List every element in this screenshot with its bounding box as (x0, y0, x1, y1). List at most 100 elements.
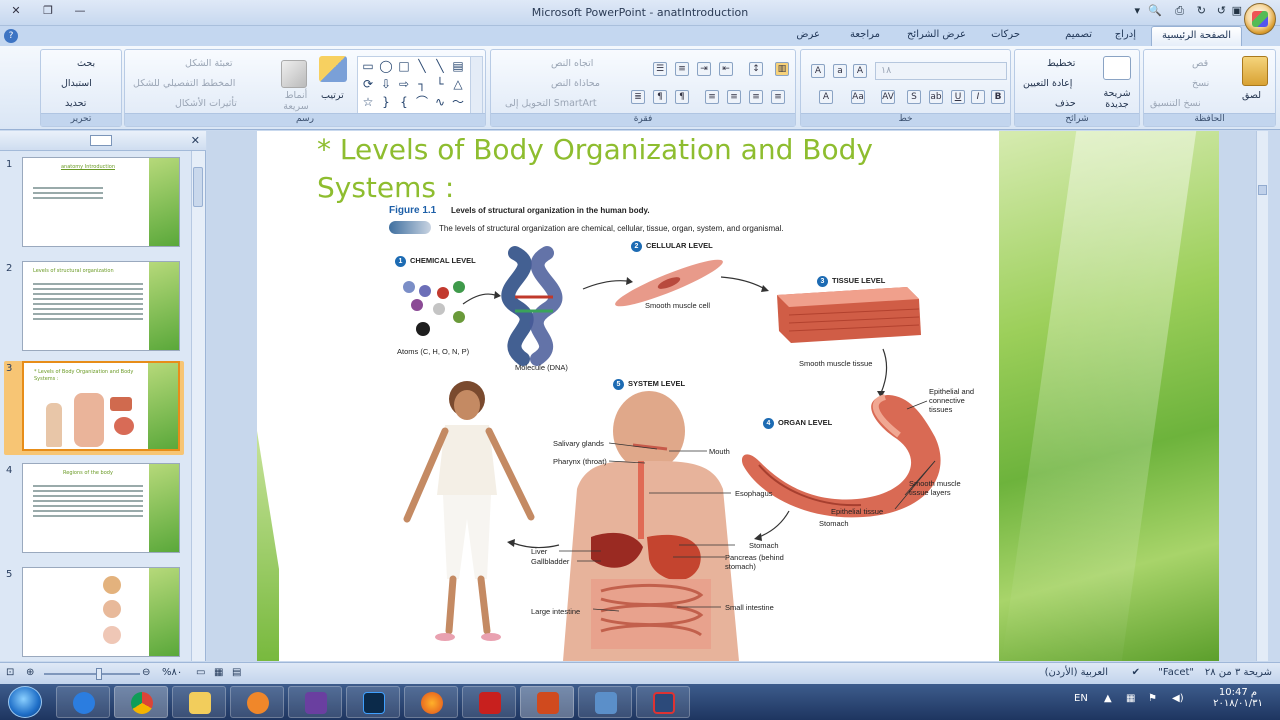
paste-icon[interactable] (1242, 56, 1268, 86)
slide-thumbnail[interactable]: 2 Levels of structural organization (4, 261, 184, 355)
shape-brace-left-icon[interactable]: { (396, 94, 412, 110)
slide-thumbnail[interactable]: 4 Regions of the body (4, 463, 184, 557)
shape-fill-button[interactable]: تعبئة الشكل (185, 58, 233, 69)
shape-arrow-icon[interactable]: ╲ (414, 58, 430, 74)
char-spacing-icon[interactable]: AV (881, 90, 895, 104)
arrange-icon[interactable] (319, 56, 347, 82)
shape-triangle-icon[interactable]: △ (450, 76, 466, 92)
close-panel-icon[interactable]: ✕ (191, 134, 200, 147)
shape-curve-icon[interactable]: ⟳ (360, 76, 376, 92)
replace-button[interactable]: استبدال (61, 78, 92, 89)
slide-thumbnail-active[interactable]: 3 * Levels of Body Organization and Body… (4, 361, 184, 455)
slides-panel-scrollbar[interactable] (191, 151, 205, 661)
copy-button[interactable]: نسخ (1192, 78, 1209, 89)
taskbar-screen[interactable] (578, 686, 632, 718)
taskbar-chrome[interactable] (114, 686, 168, 718)
justify-icon[interactable]: ≣ (631, 90, 645, 104)
print-icon[interactable]: ⎙ (1175, 4, 1184, 22)
tab-slideshow[interactable]: عرض الشرائح (907, 29, 966, 40)
text-direction-button[interactable]: اتجاه النص (551, 58, 593, 69)
align-text-button[interactable]: محاذاة النص (551, 78, 600, 89)
shape-freeform-icon[interactable]: 〜 (450, 94, 466, 110)
shape-arc-icon[interactable]: ⌒ (414, 94, 430, 110)
shape-rect-icon[interactable]: □ (396, 58, 412, 74)
tab-home[interactable]: الصفحة الرئيسية (1151, 26, 1242, 46)
tab-insert[interactable]: إدراج (1115, 29, 1136, 40)
tab-view[interactable]: عرض (796, 29, 820, 40)
columns-icon[interactable]: ▥ (775, 62, 789, 76)
shape-star-icon[interactable]: ☆ (360, 94, 376, 110)
convert-smartart-button[interactable]: التحويل إلى SmartArt (505, 98, 597, 109)
shape-oval-icon[interactable]: ◯ (378, 58, 394, 74)
zoom-level[interactable]: %٨٠ (162, 667, 182, 678)
edit-area-scroll-thumb[interactable] (1258, 185, 1267, 195)
bold-icon[interactable]: B (991, 90, 1005, 104)
shape-right-arrow-icon[interactable]: ⇨ (396, 76, 412, 92)
quick-styles-icon[interactable] (281, 60, 307, 88)
taskbar-ie[interactable] (56, 686, 110, 718)
zoom-slider-thumb[interactable] (96, 668, 102, 680)
undo-icon[interactable]: ↺ (1217, 4, 1226, 22)
arrange-button[interactable]: ترتيب (321, 90, 344, 101)
slides-panel-scroll-thumb[interactable] (193, 167, 203, 207)
underline-icon[interactable]: U (951, 90, 965, 104)
taskbar-powerpoint[interactable] (520, 686, 574, 718)
tab-design[interactable]: تصميم (1065, 29, 1092, 40)
slide-title[interactable]: * Levels of Body Organization and Body S… (317, 131, 917, 207)
tray-expand-icon[interactable]: ▲ (1104, 693, 1112, 704)
distributed-icon[interactable]: ≡ (771, 90, 785, 104)
shapes-gallery-scroll[interactable] (470, 57, 482, 113)
save-icon[interactable]: ▣ (1232, 4, 1242, 22)
font-name-input[interactable] (875, 62, 1007, 80)
slide-canvas[interactable]: * Levels of Body Organization and Body S… (257, 131, 1219, 661)
align-center-icon[interactable]: ≡ (727, 90, 741, 104)
print-preview-icon[interactable]: 🔍 (1148, 4, 1162, 22)
fit-window-icon[interactable]: ⊡ (6, 667, 14, 678)
font-color-icon[interactable]: A (819, 90, 833, 104)
tab-review[interactable]: مراجعة (850, 29, 880, 40)
taskbar-explorer[interactable] (172, 686, 226, 718)
format-painter-button[interactable]: نسخ التنسيق (1150, 98, 1201, 109)
help-icon[interactable]: ? (4, 29, 18, 43)
volume-icon[interactable]: ◀) (1172, 693, 1184, 704)
clock[interactable]: 10:47 م ٢٠١٨/٠١/٣١ (1208, 687, 1268, 709)
shape-textbox-icon[interactable]: ▤ (450, 58, 466, 74)
strikethrough-icon[interactable]: ab (929, 90, 943, 104)
taskbar-media[interactable] (230, 686, 284, 718)
line-spacing-icon[interactable]: ↕ (749, 62, 763, 76)
normal-view-icon[interactable]: ▤ (232, 667, 241, 678)
shape-effects-button[interactable]: تأثيرات الأشكال (175, 98, 237, 109)
action-center-icon[interactable]: ⚑ (1148, 693, 1157, 704)
bullets-icon[interactable]: ☰ (653, 62, 667, 76)
shape-down-arrow-icon[interactable]: ⇩ (378, 76, 394, 92)
spellcheck-icon[interactable]: ✔ (1132, 667, 1140, 678)
shrink-font-icon[interactable]: a (833, 64, 847, 78)
network-icon[interactable]: ▦ (1126, 693, 1135, 704)
office-button[interactable] (1244, 3, 1276, 35)
figure-levels-of-organization[interactable]: Figure 1.1 Levels of structural organiza… (387, 199, 987, 661)
find-button[interactable]: بحث (77, 58, 95, 69)
italic-icon[interactable]: I (971, 90, 985, 104)
shape-wave-icon[interactable]: ∿ (432, 94, 448, 110)
reset-button[interactable]: إعادة التعيين (1023, 78, 1072, 89)
edit-area-scrollbar[interactable] (1256, 131, 1268, 661)
shape-brace-icon[interactable]: } (378, 94, 394, 110)
shape-line-icon[interactable]: ▭ (360, 58, 376, 74)
taskbar-photoshop[interactable] (346, 686, 400, 718)
align-left-icon[interactable]: ≡ (749, 90, 763, 104)
language[interactable]: العربية (الأردن) (1045, 667, 1108, 678)
paste-button[interactable]: لصق (1242, 90, 1261, 101)
taskbar-acrobat[interactable] (462, 686, 516, 718)
layout-button[interactable]: تخطيط (1047, 58, 1075, 69)
zoom-out-icon[interactable]: ⊖ (142, 667, 150, 678)
shape-elbow-icon[interactable]: ┐ (414, 76, 430, 92)
numbering-icon[interactable]: ≡ (675, 62, 689, 76)
align-right-icon[interactable]: ≡ (705, 90, 719, 104)
select-button[interactable]: تحديد (65, 98, 86, 109)
taskbar-firefox[interactable] (404, 686, 458, 718)
delete-slide-button[interactable]: حذف (1055, 98, 1076, 109)
clear-format-icon[interactable]: A (811, 64, 825, 78)
slideshow-view-icon[interactable]: ▭ (196, 667, 205, 678)
taskbar-recorder[interactable] (636, 686, 690, 718)
ltr-icon[interactable]: ¶ (675, 90, 689, 104)
